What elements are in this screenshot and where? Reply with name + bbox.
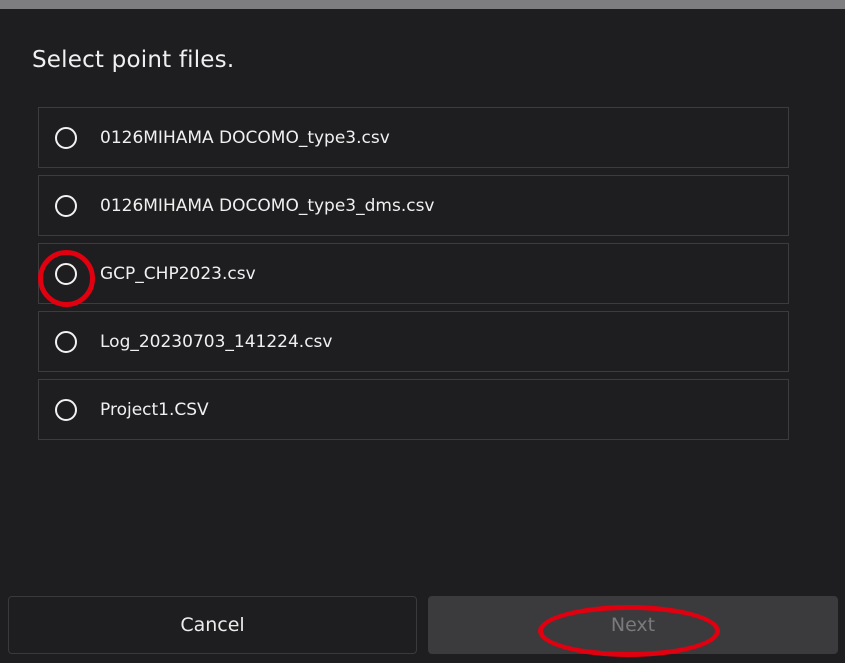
file-option[interactable]: Log_20230703_141224.csv xyxy=(38,311,789,372)
file-name-label: Project1.CSV xyxy=(100,399,209,420)
file-name-label: Log_20230703_141224.csv xyxy=(100,331,333,352)
next-button[interactable]: Next xyxy=(428,596,838,654)
file-option[interactable]: Project1.CSV xyxy=(38,379,789,440)
file-name-label: GCP_CHP2023.csv xyxy=(100,263,256,284)
select-point-files-dialog: Select point files. 0126MIHAMA DOCOMO_ty… xyxy=(0,0,845,663)
radio-unchecked-icon[interactable] xyxy=(55,262,77,285)
file-name-label: 0126MIHAMA DOCOMO_type3_dms.csv xyxy=(100,195,435,216)
radio-unchecked-icon[interactable] xyxy=(55,126,77,149)
dialog-title: Select point files. xyxy=(32,47,235,73)
file-option[interactable]: 0126MIHAMA DOCOMO_type3.csv xyxy=(38,107,789,168)
radio-unchecked-icon[interactable] xyxy=(55,194,77,217)
file-option[interactable]: GCP_CHP2023.csv xyxy=(38,243,789,304)
file-list: 0126MIHAMA DOCOMO_type3.csv 0126MIHAMA D… xyxy=(38,107,789,447)
radio-unchecked-icon[interactable] xyxy=(55,398,77,421)
cancel-button[interactable]: Cancel xyxy=(8,596,417,654)
file-option[interactable]: 0126MIHAMA DOCOMO_type3_dms.csv xyxy=(38,175,789,236)
radio-unchecked-icon[interactable] xyxy=(55,330,77,353)
file-name-label: 0126MIHAMA DOCOMO_type3.csv xyxy=(100,127,390,148)
